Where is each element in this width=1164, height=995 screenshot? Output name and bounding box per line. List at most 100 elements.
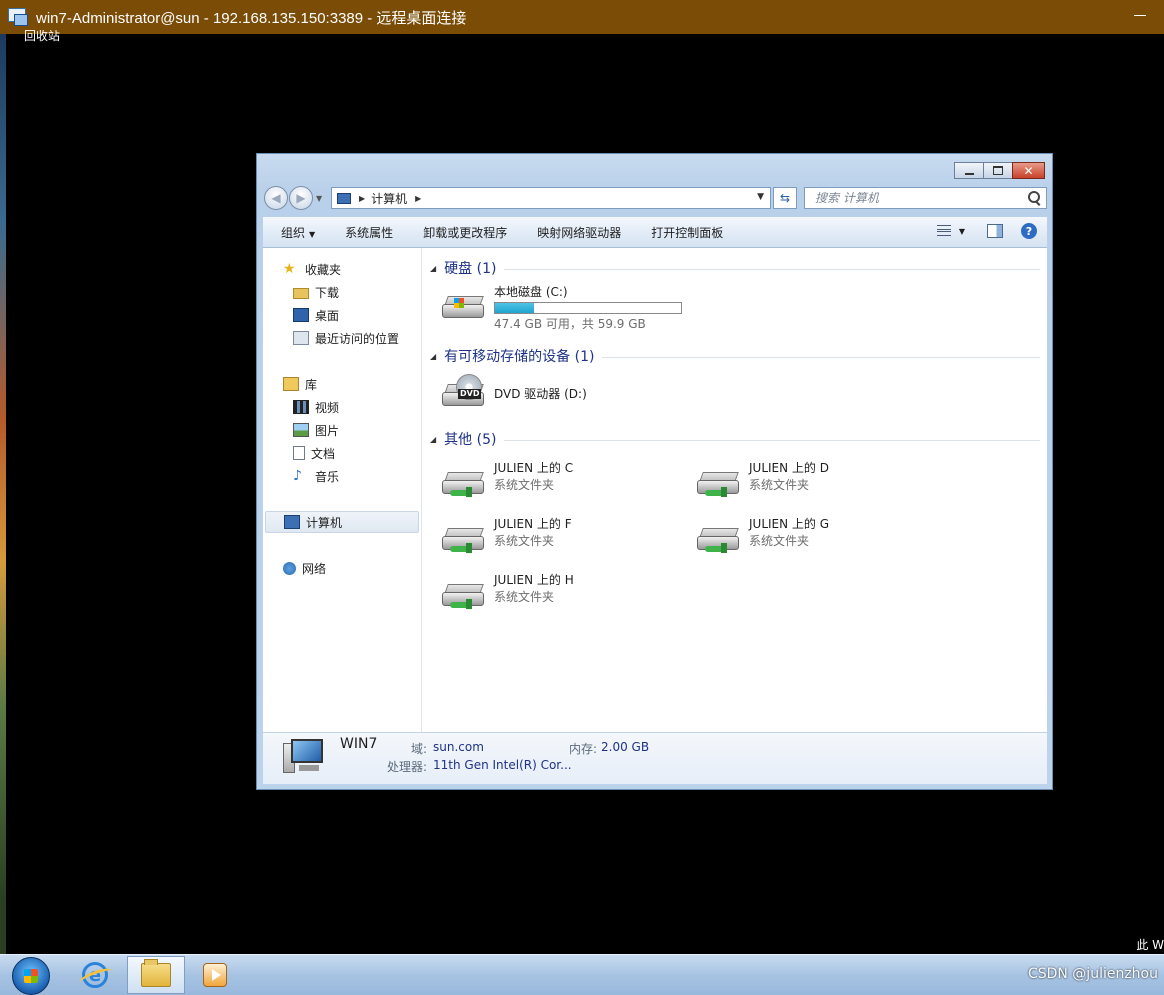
rdp-title-text: win7-Administrator@sun - 192.168.135.150…: [36, 9, 467, 27]
uninstall-program-button[interactable]: 卸载或更改程序: [423, 224, 507, 241]
nav-item-label: 音乐: [315, 469, 340, 484]
network-drive-icon: [440, 572, 488, 616]
map-network-drive-button[interactable]: 映射网络驱动器: [537, 224, 621, 241]
nav-item-label: 计算机: [306, 515, 343, 530]
nav-item-desktop[interactable]: 桌面: [263, 304, 339, 326]
nav-item-computer[interactable]: 计算机: [265, 511, 419, 533]
change-view-icon[interactable]: [936, 224, 953, 238]
minimize-icon[interactable]: [1134, 15, 1146, 16]
nav-item-label: 库: [305, 377, 318, 392]
minimize-button[interactable]: [954, 162, 984, 179]
breadcrumb-computer[interactable]: 计算机: [371, 190, 407, 207]
open-control-panel-button[interactable]: 打开控制面板: [651, 224, 723, 241]
group-header-hard-disks[interactable]: ◢ 硬盘 (1): [430, 258, 1040, 278]
details-pane: WIN7 域: sun.com 内存: 2.00 GB 处理器: 11th Ge…: [263, 732, 1047, 784]
nav-item-pictures[interactable]: 图片: [263, 419, 339, 441]
nav-item-recent-places[interactable]: 最近访问的位置: [263, 327, 399, 349]
start-button[interactable]: [12, 957, 50, 995]
help-icon[interactable]: ?: [1021, 223, 1037, 239]
downloads-folder-icon: [293, 287, 309, 299]
breadcrumb-separator-icon[interactable]: ▶: [359, 194, 365, 203]
search-placeholder: 搜索 计算机: [815, 191, 879, 205]
preview-pane-icon[interactable]: [987, 224, 1003, 238]
organize-label: 组织: [281, 225, 306, 240]
explorer-content: ★ 收藏夹 下载 桌面 最近访问的位置 库 视频 图片 文档 ♪ 音乐 计算机 …: [263, 248, 1047, 732]
network-location-item[interactable]: JULIEN 上的 F 系统文件夹: [440, 516, 572, 560]
recent-pages-dropdown[interactable]: ▼: [316, 194, 322, 203]
address-bar[interactable]: ▶ 计算机 ▶ ▼: [331, 187, 771, 209]
network-location-item[interactable]: JULIEN 上的 G 系统文件夹: [695, 516, 829, 560]
address-dropdown-icon[interactable]: ▼: [757, 192, 764, 202]
collapse-triangle-icon: ◢: [430, 351, 437, 361]
processor-value: 11th Gen Intel(R) Cor...: [433, 758, 572, 772]
host-desktop-strip: [0, 34, 6, 994]
maximize-button[interactable]: [983, 162, 1013, 179]
media-player-icon: [203, 963, 227, 987]
nav-item-music[interactable]: ♪ 音乐: [263, 465, 339, 487]
windows-logo-icon: [454, 298, 464, 308]
network-location-item[interactable]: JULIEN 上的 C 系统文件夹: [440, 460, 573, 504]
item-type: 系统文件夹: [494, 534, 555, 548]
nav-item-label: 下载: [315, 285, 340, 300]
desktop-corner-text: 此 W: [1136, 938, 1164, 952]
forward-button[interactable]: ▶: [289, 186, 313, 210]
memory-value: 2.00 GB: [601, 740, 650, 754]
nav-item-libraries[interactable]: 库: [263, 373, 317, 395]
windows-logo-icon: [24, 969, 38, 983]
folder-icon: [141, 959, 171, 987]
minimize-icon: [964, 172, 974, 175]
desktop-icon: [293, 308, 309, 322]
internet-explorer-icon: e: [82, 962, 108, 988]
system-properties-button[interactable]: 系统属性: [345, 224, 393, 241]
network-location-item[interactable]: JULIEN 上的 H 系统文件夹: [440, 572, 574, 616]
local-disk-c[interactable]: 本地磁盘 (C:) 47.4 GB 可用，共 59.9 GB: [440, 284, 682, 333]
network-drive-icon: [440, 516, 488, 560]
taskbar-internet-explorer[interactable]: e: [66, 956, 124, 994]
breadcrumb-separator-icon[interactable]: ▶: [415, 194, 421, 203]
item-name: JULIEN 上的 F: [494, 517, 572, 531]
nav-item-videos[interactable]: 视频: [263, 396, 339, 418]
network-drive-icon: [695, 460, 743, 504]
domain-label: 域:: [410, 742, 427, 756]
nav-item-label: 图片: [315, 423, 340, 438]
nav-item-network[interactable]: 网络: [263, 557, 326, 579]
close-button[interactable]: ✕: [1012, 162, 1045, 179]
network-location-item[interactable]: JULIEN 上的 D 系统文件夹: [695, 460, 829, 504]
nav-item-downloads[interactable]: 下载: [263, 281, 339, 303]
refresh-button[interactable]: ⇆: [773, 187, 797, 209]
computer-icon: [284, 515, 300, 529]
nav-item-documents[interactable]: 文档: [263, 442, 335, 464]
organize-menu[interactable]: 组织 ▼: [281, 224, 315, 241]
taskbar: e: [0, 954, 1164, 995]
recent-places-icon: [293, 331, 309, 345]
library-icon: [283, 377, 299, 391]
nav-item-label: 文档: [311, 446, 336, 461]
nav-item-label: 最近访问的位置: [315, 331, 400, 346]
taskbar-windows-explorer[interactable]: [127, 956, 185, 994]
group-header-removable[interactable]: ◢ 有可移动存储的设备 (1): [430, 346, 1040, 366]
back-arrow-icon: ◀: [271, 191, 281, 205]
remote-desktop-icon: [8, 8, 28, 26]
collapse-triangle-icon: ◢: [430, 434, 437, 444]
dvd-drive-d[interactable]: DVD DVD 驱动器 (D:): [440, 372, 587, 416]
star-icon: ★: [283, 261, 296, 277]
forward-arrow-icon: ▶: [296, 191, 306, 205]
drive-free-space: 47.4 GB 可用，共 59.9 GB: [494, 317, 646, 331]
watermark: CSDN @julienzhou: [1027, 966, 1158, 982]
document-icon: [293, 446, 305, 460]
rdp-title-bar[interactable]: win7-Administrator@sun - 192.168.135.150…: [0, 0, 1164, 34]
view-options-dropdown[interactable]: ▼: [959, 227, 965, 236]
search-input[interactable]: 搜索 计算机: [804, 187, 1047, 209]
item-name: JULIEN 上的 H: [494, 573, 574, 587]
domain-value: sun.com: [433, 740, 484, 754]
group-header-other[interactable]: ◢ 其他 (5): [430, 429, 1040, 449]
recycle-bin-label[interactable]: 回收站: [24, 30, 60, 42]
taskbar-media-player[interactable]: [186, 956, 244, 994]
nav-item-favorites[interactable]: ★ 收藏夹: [263, 258, 341, 280]
group-divider: [504, 440, 1040, 441]
search-icon[interactable]: [1028, 191, 1040, 203]
navigation-pane: ★ 收藏夹 下载 桌面 最近访问的位置 库 视频 图片 文档 ♪ 音乐 计算机 …: [263, 248, 422, 732]
back-button[interactable]: ◀: [264, 186, 288, 210]
command-bar: 组织 ▼ 系统属性 卸载或更改程序 映射网络驱动器 打开控制面板 ▼ ?: [263, 217, 1047, 248]
item-type: 系统文件夹: [749, 478, 810, 492]
